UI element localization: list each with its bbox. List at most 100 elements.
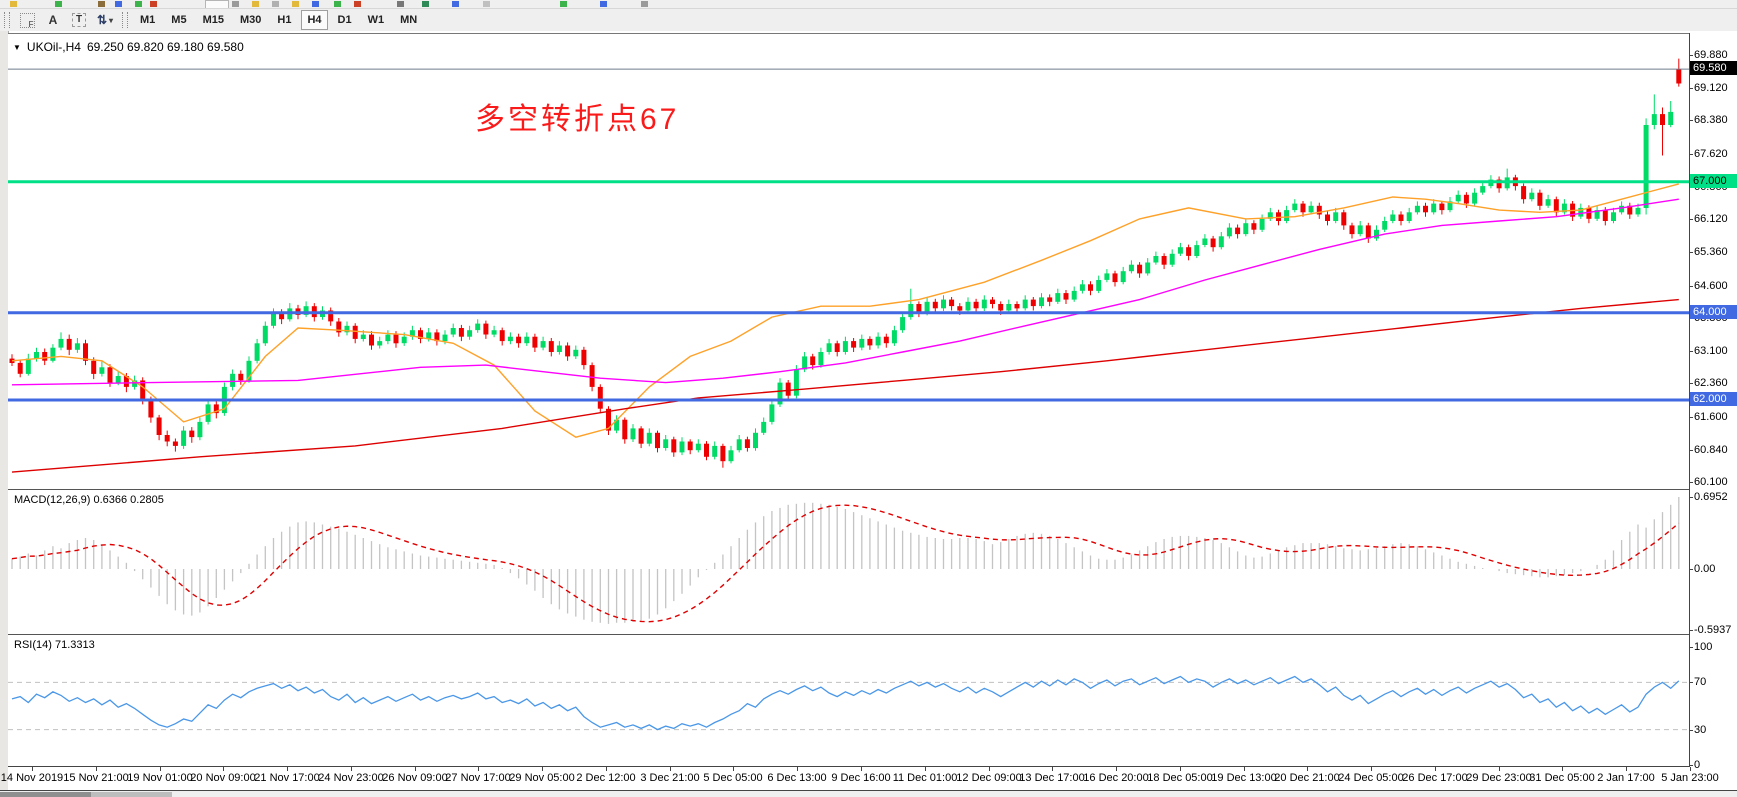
price-axis-tick: 67.620 bbox=[1694, 148, 1728, 160]
date-axis-tick-mark bbox=[670, 767, 671, 771]
scrollbar-track-segment[interactable] bbox=[91, 792, 172, 797]
text-a-icon[interactable]: A bbox=[43, 11, 63, 29]
date-axis-tick-mark bbox=[1690, 767, 1691, 771]
date-axis-tick-mark bbox=[96, 767, 97, 771]
drawing-tools-group: FAT ⇅▾ bbox=[14, 11, 118, 29]
price-axis-tick: 60.840 bbox=[1694, 444, 1728, 456]
axis-tick-mark bbox=[1689, 482, 1693, 483]
date-axis-tick-mark bbox=[606, 767, 607, 771]
price-axis-tick: 63.100 bbox=[1694, 345, 1728, 357]
axis-tick-mark bbox=[1689, 351, 1693, 352]
price-axis-tick: 68.380 bbox=[1694, 114, 1728, 126]
axis-tick-mark bbox=[1689, 88, 1693, 89]
text-box-t-icon[interactable]: T bbox=[69, 11, 89, 29]
main-chart-canvas[interactable] bbox=[8, 34, 1690, 490]
clipped-pressed-button bbox=[205, 0, 229, 9]
timeframe-button-m5[interactable]: M5 bbox=[165, 10, 192, 30]
price-axis-tick: 64.600 bbox=[1694, 280, 1728, 292]
timeframe-button-m1[interactable]: M1 bbox=[134, 10, 161, 30]
mt4-window: { "toolbar": { "tool_icons": [ {"name": … bbox=[0, 0, 1737, 797]
timeframe-button-mn[interactable]: MN bbox=[394, 10, 423, 30]
swap-arrows-icon[interactable]: ⇅▾ bbox=[95, 11, 115, 29]
date-axis-tick-mark bbox=[223, 767, 224, 771]
axis-tick-mark bbox=[1689, 647, 1693, 648]
axis-tick-mark bbox=[1689, 120, 1693, 121]
timeframe-toolbar-drag-handle[interactable] bbox=[122, 12, 128, 28]
clipped-icon-fragment bbox=[312, 1, 319, 7]
timeframe-button-h1[interactable]: H1 bbox=[271, 10, 297, 30]
date-axis-tick-mark bbox=[1435, 767, 1436, 771]
axis-tick-mark bbox=[1689, 730, 1693, 731]
date-axis-tick-mark bbox=[1307, 767, 1308, 771]
macd-axis-tick: 0.6952 bbox=[1694, 491, 1728, 503]
dropdown-caret-icon: ▾ bbox=[109, 16, 113, 25]
clipped-icon-fragment bbox=[560, 1, 567, 7]
date-axis-tick-mark bbox=[542, 767, 543, 771]
scrollbar-thumb[interactable] bbox=[0, 792, 91, 797]
rsi-axis-tick: 100 bbox=[1694, 641, 1712, 653]
toolbar-drag-handle[interactable] bbox=[4, 12, 10, 28]
date-axis-tick-mark bbox=[415, 767, 416, 771]
macd-axis-tick: 0.00 bbox=[1694, 563, 1715, 575]
date-axis-tick-mark bbox=[797, 767, 798, 771]
date-axis-tick-mark bbox=[1562, 767, 1563, 771]
price-axis-tick: 66.120 bbox=[1694, 213, 1728, 225]
price-level-badge: 69.580 bbox=[1690, 61, 1737, 75]
clipped-icon-fragment bbox=[422, 1, 429, 7]
clipped-icon-fragment bbox=[292, 1, 299, 7]
date-axis-tick-mark bbox=[1116, 767, 1117, 771]
clipped-icon-fragment bbox=[334, 1, 341, 7]
date-axis-tick-mark bbox=[478, 767, 479, 771]
macd-canvas[interactable] bbox=[8, 492, 1690, 634]
clipped-icon-fragment bbox=[232, 1, 239, 7]
axis-tick-mark bbox=[1689, 286, 1693, 287]
axis-tick-mark bbox=[1689, 630, 1693, 631]
date-axis: 14 Nov 201915 Nov 21:0019 Nov 01:0020 No… bbox=[8, 766, 1690, 791]
chart-ohlc-values: 69.250 69.820 69.180 69.580 bbox=[87, 40, 244, 54]
axis-tick-mark bbox=[1689, 383, 1693, 384]
clipped-icon-fragment bbox=[354, 1, 361, 7]
clipped-icon-fragment bbox=[272, 1, 279, 7]
timeframe-button-d1[interactable]: D1 bbox=[332, 10, 358, 30]
chart-symbol-timeframe: UKOil-,H4 bbox=[27, 40, 81, 54]
clipped-icon-fragment bbox=[55, 1, 62, 7]
date-axis-label: 5 Jan 23:00 bbox=[1645, 772, 1735, 784]
clipped-icon-fragment bbox=[10, 1, 17, 7]
price-axis-tick: 62.360 bbox=[1694, 377, 1728, 389]
date-axis-tick-mark bbox=[733, 767, 734, 771]
chart-title: ▼ UKOil-,H4 69.250 69.820 69.180 69.580 bbox=[13, 40, 244, 54]
date-axis-tick-mark bbox=[861, 767, 862, 771]
clipped-icon-fragment bbox=[452, 1, 459, 7]
timeframe-button-w1[interactable]: W1 bbox=[362, 10, 391, 30]
price-level-badge: 62.000 bbox=[1690, 392, 1737, 406]
clipped-icon-fragment bbox=[98, 1, 105, 7]
date-axis-tick-mark bbox=[1371, 767, 1372, 771]
clipped-icon-fragment bbox=[150, 1, 157, 7]
timeframe-button-h4[interactable]: H4 bbox=[301, 10, 327, 30]
rsi-canvas[interactable] bbox=[8, 637, 1690, 766]
date-axis-tick-mark bbox=[351, 767, 352, 771]
price-axis-tick: 69.120 bbox=[1694, 82, 1728, 94]
timeframe-button-m15[interactable]: M15 bbox=[197, 10, 230, 30]
date-axis-tick-mark bbox=[287, 767, 288, 771]
date-axis-tick-mark bbox=[32, 767, 33, 771]
axis-tick-mark bbox=[1689, 497, 1693, 498]
rsi-indicator-pane bbox=[8, 637, 1690, 766]
date-axis-tick-mark bbox=[1499, 767, 1500, 771]
axis-tick-mark bbox=[1689, 682, 1693, 683]
macd-label: MACD(12,26,9) 0.6366 0.2805 bbox=[14, 494, 164, 506]
dotted-grid-f-icon[interactable]: F bbox=[17, 11, 37, 29]
timeframe-button-m30[interactable]: M30 bbox=[234, 10, 267, 30]
date-axis-tick-mark bbox=[1052, 767, 1053, 771]
timeframe-buttons-group: M1M5M15M30H1H4D1W1MN bbox=[132, 10, 425, 30]
chart-annotation-text: 多空转折点67 bbox=[475, 94, 679, 138]
macd-indicator-pane bbox=[8, 492, 1690, 634]
chart-toolbar: FAT ⇅▾ M1M5M15M30H1H4D1W1MN bbox=[0, 9, 1737, 31]
price-axis-tick: 69.880 bbox=[1694, 49, 1728, 61]
price-axis-tick: 60.100 bbox=[1694, 476, 1728, 488]
axis-tick-mark bbox=[1689, 252, 1693, 253]
axis-tick-mark bbox=[1689, 55, 1693, 56]
symbol-dropdown-icon[interactable]: ▼ bbox=[13, 43, 21, 52]
clipped-icon-fragment bbox=[135, 1, 142, 7]
clipped-icon-fragment bbox=[483, 1, 490, 7]
